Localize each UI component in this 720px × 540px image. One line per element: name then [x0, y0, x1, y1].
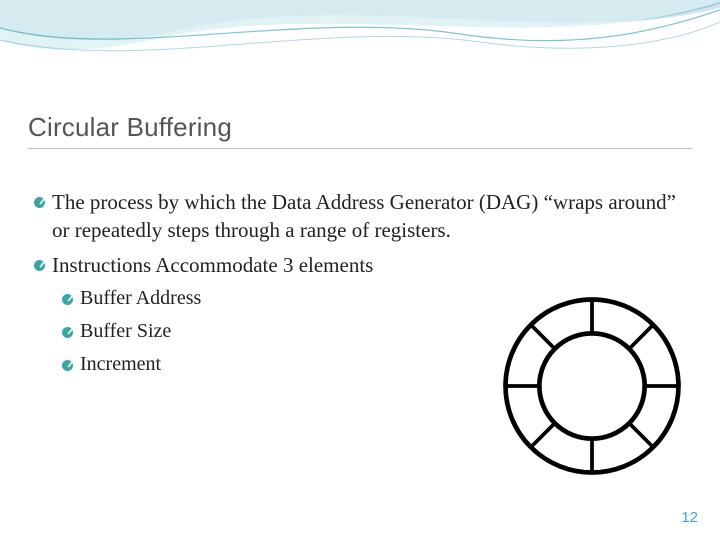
bullet-text: The process by which the Data Address Ge… [52, 190, 676, 242]
bullet-text: Instructions Accommodate 3 elements [52, 253, 373, 277]
slide-title: Circular Buffering [28, 112, 232, 143]
bullet-text: Buffer Address [80, 287, 201, 309]
title-underline [28, 148, 692, 149]
bullet-item: The process by which the Data Address Ge… [34, 188, 686, 245]
page-number: 12 [681, 509, 698, 526]
bullet-text: Increment [80, 353, 161, 375]
ring-diagram-icon [498, 292, 686, 480]
bullet-text: Buffer Size [80, 320, 171, 342]
bullet-item: Instructions Accommodate 3 elements [34, 251, 686, 279]
header-wave [0, 0, 720, 100]
